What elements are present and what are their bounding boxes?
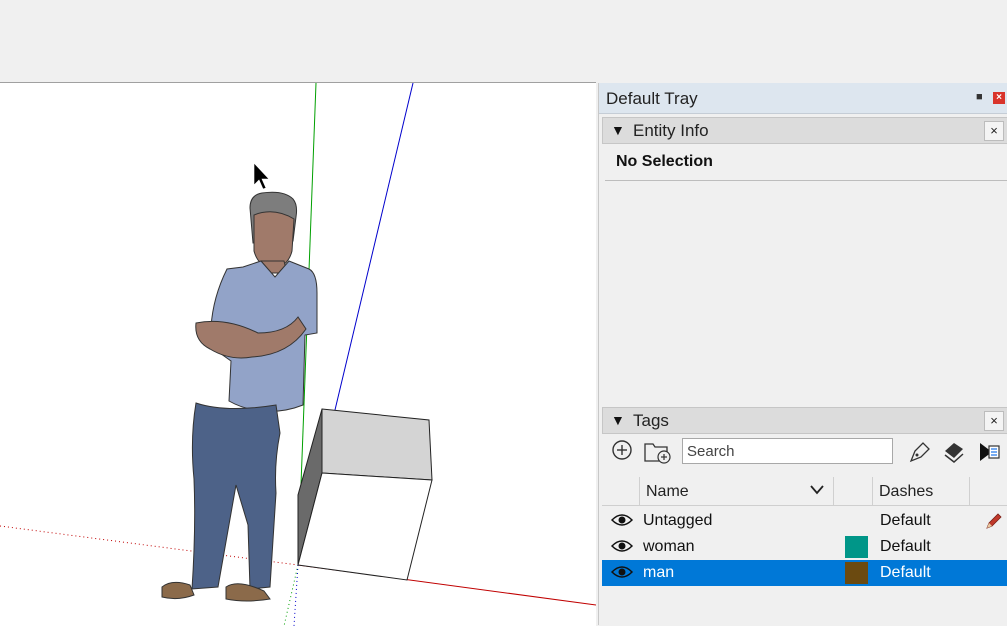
collapse-triangle-icon[interactable]: ▼ — [611, 122, 625, 138]
tags-close-icon[interactable]: × — [984, 411, 1004, 431]
tag-row-untagged[interactable]: Untagged Default — [602, 508, 1007, 534]
collapse-triangle-icon[interactable]: ▼ — [611, 412, 625, 428]
modeling-viewport[interactable] — [0, 82, 596, 626]
pencil-icon[interactable] — [984, 511, 1004, 536]
pin-icon[interactable]: ■ — [976, 91, 983, 103]
selection-status: No Selection — [616, 153, 713, 170]
name-column-header[interactable]: Name — [646, 483, 689, 501]
tag-layers-icon[interactable] — [941, 439, 967, 471]
tag-tool-icon[interactable] — [907, 439, 933, 471]
tag-color-swatch[interactable] — [845, 536, 868, 558]
tag-row-man[interactable]: man Default — [602, 560, 1007, 586]
tag-color-swatch[interactable] — [845, 562, 868, 584]
eye-icon[interactable] — [610, 564, 634, 585]
tag-dashes[interactable]: Default — [880, 564, 931, 582]
tags-header[interactable]: ▼ Tags × — [602, 407, 1007, 434]
top-toolbar-area — [0, 0, 1007, 82]
tag-dashes[interactable]: Default — [880, 538, 931, 556]
blue-axis-dotted — [293, 564, 299, 626]
eye-icon[interactable] — [610, 538, 634, 559]
cube-model[interactable] — [297, 408, 433, 581]
tags-table-header: Name Dashes — [602, 477, 1007, 506]
entity-info-close-icon[interactable]: × — [984, 121, 1004, 141]
dashes-column-header[interactable]: Dashes — [879, 483, 933, 501]
default-tray: Default Tray ■ × ▼ Entity Info × No Sele… — [598, 83, 1007, 625]
green-axis-dotted — [283, 564, 299, 626]
add-tag-folder-icon[interactable] — [643, 439, 673, 471]
tags-search-input[interactable] — [682, 438, 893, 464]
entity-info-header[interactable]: ▼ Entity Info × — [602, 117, 1007, 144]
column-divider — [872, 477, 873, 505]
scene-canvas[interactable] — [0, 83, 596, 626]
entity-info-title: Entity Info — [633, 121, 709, 140]
add-tag-icon[interactable] — [611, 439, 633, 467]
tag-name: man — [643, 564, 675, 581]
tag-name: woman — [643, 538, 695, 555]
tray-title: Default Tray — [606, 89, 698, 108]
details-arrow-icon[interactable] — [977, 439, 1003, 471]
chevron-down-icon[interactable] — [808, 483, 826, 502]
eye-icon[interactable] — [610, 512, 634, 533]
tags-title: Tags — [633, 411, 669, 430]
mouse-cursor-icon — [253, 162, 270, 190]
tray-title-bar: Default Tray ■ × — [599, 83, 1007, 114]
tag-name: Untagged — [643, 512, 713, 529]
tag-row-woman[interactable]: woman Default — [602, 534, 1007, 560]
tag-dashes[interactable]: Default — [880, 512, 931, 530]
divider — [605, 180, 1007, 181]
tray-close-icon[interactable]: × — [993, 92, 1005, 104]
column-divider — [969, 477, 970, 505]
column-divider — [639, 477, 640, 505]
column-divider — [833, 477, 834, 505]
man-figure[interactable] — [161, 191, 318, 602]
